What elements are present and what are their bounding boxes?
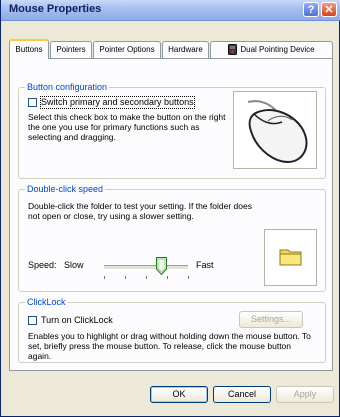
folder-icon — [279, 249, 302, 266]
clicklock-checkbox[interactable] — [28, 316, 37, 325]
mouse-illustration-box — [233, 91, 317, 169]
tab-strip: Buttons Pointers Pointer Options Hardwar… — [9, 39, 333, 59]
close-button[interactable]: ✕ — [321, 2, 337, 17]
clicklock-label[interactable]: Turn on ClickLock — [41, 315, 113, 326]
double-click-speed-slider-thumb[interactable] — [156, 257, 167, 277]
test-folder-box[interactable] — [264, 229, 317, 286]
double-click-description: Double-click the folder to test your set… — [28, 201, 252, 221]
tab-dual-pointing-label: Dual Pointing Device — [240, 45, 315, 54]
clicklock-title: ClickLock — [25, 297, 68, 308]
tab-pointer-options[interactable]: Pointer Options — [93, 41, 161, 58]
tab-buttons[interactable]: Buttons — [9, 39, 49, 59]
speed-label: Speed: — [28, 260, 57, 270]
slider-tick — [188, 276, 189, 279]
clicklock-description: Enables you to highlight or drag without… — [28, 331, 311, 361]
cancel-button[interactable]: Cancel — [213, 386, 271, 403]
tab-hardware[interactable]: Hardware — [162, 41, 209, 58]
switch-buttons-checkbox[interactable] — [28, 98, 37, 107]
apply-button[interactable]: Apply — [276, 386, 334, 403]
clicklock-settings-button[interactable]: Settings... — [239, 311, 303, 328]
button-configuration-description: Select this check box to make the button… — [28, 112, 226, 142]
help-button[interactable]: ? — [303, 2, 319, 17]
slow-label: Slow — [64, 260, 84, 270]
fast-label: Fast — [196, 260, 214, 270]
ok-button[interactable]: OK — [150, 386, 208, 403]
tab-dual-pointing-device[interactable]: Dual Pointing Device — [210, 41, 333, 58]
mouse-properties-dialog: Mouse Properties ? ✕ Buttons Pointers Po… — [0, 0, 340, 417]
buttons-panel: Button configuration Switch primary and … — [9, 58, 333, 371]
title-bar[interactable]: Mouse Properties ? ✕ — [1, 0, 340, 21]
device-icon — [228, 44, 238, 56]
tab-pointers[interactable]: Pointers — [50, 41, 92, 58]
slider-tick — [104, 276, 105, 279]
button-configuration-title: Button configuration — [25, 82, 110, 93]
double-click-speed-track[interactable] — [104, 265, 188, 270]
mouse-illustration-icon — [247, 100, 308, 164]
slider-tick — [146, 276, 147, 279]
window-title: Mouse Properties — [9, 3, 102, 15]
switch-buttons-label[interactable]: Switch primary and secondary buttons — [40, 96, 195, 109]
double-click-speed-title: Double-click speed — [25, 184, 106, 195]
slider-tick — [167, 276, 168, 279]
slider-tick — [125, 276, 126, 279]
